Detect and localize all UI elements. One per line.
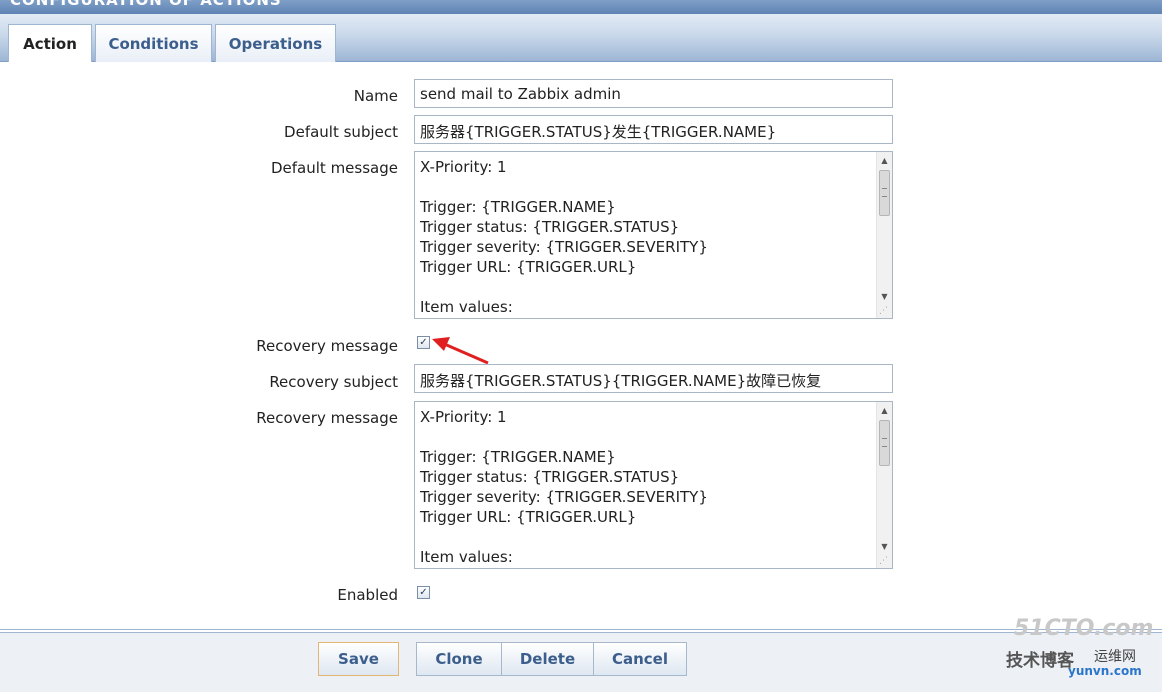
cancel-button[interactable]: Cancel xyxy=(593,642,687,676)
default-subject-label: Default subject xyxy=(284,123,398,141)
watermark-brand: 51CTO.com xyxy=(1014,616,1154,641)
recovery-message-toggle-label: Recovery message xyxy=(256,337,398,355)
scroll-down-arrow-icon[interactable]: ▼ xyxy=(877,288,892,304)
check-icon: ✓ xyxy=(419,337,428,348)
scroll-thumb[interactable] xyxy=(879,170,890,216)
resize-grip-icon[interactable]: ⋰ xyxy=(879,305,891,317)
scroll-thumb[interactable] xyxy=(879,420,890,466)
watermark-site-url: yunvn.com xyxy=(1068,664,1142,678)
recovery-subject-input[interactable]: 服务器{TRIGGER.STATUS}{TRIGGER.NAME}故障已恢复 xyxy=(414,364,893,393)
default-message-textarea[interactable]: X-Priority: 1 Trigger: {TRIGGER.NAME} Tr… xyxy=(414,151,893,319)
enabled-label: Enabled xyxy=(337,586,398,604)
watermark-site-name: 运维网 xyxy=(1094,649,1136,665)
tab-strip: Action Conditions Operations xyxy=(0,14,1162,63)
save-button[interactable]: Save xyxy=(318,642,399,676)
scroll-up-arrow-icon[interactable]: ▲ xyxy=(877,152,892,168)
delete-button[interactable]: Delete xyxy=(501,642,594,676)
default-message-text: X-Priority: 1 Trigger: {TRIGGER.NAME} Tr… xyxy=(420,158,708,316)
enabled-checkbox[interactable]: ✓ xyxy=(417,586,430,599)
watermark-tagline: 技术博客 xyxy=(1006,651,1074,671)
default-message-scrollbar[interactable]: ▲ ▼ xyxy=(876,152,892,318)
recovery-message-scrollbar[interactable]: ▲ ▼ xyxy=(876,402,892,568)
scroll-down-arrow-icon[interactable]: ▼ xyxy=(877,538,892,554)
recovery-message-checkbox[interactable]: ✓ xyxy=(417,336,430,349)
watermark: 51CTO.com 技术博客 运维网 yunvn.com xyxy=(1006,616,1154,688)
tab-conditions[interactable]: Conditions xyxy=(95,24,212,62)
action-form-panel: Name send mail to Zabbix admin Default s… xyxy=(0,62,1162,630)
recovery-subject-label: Recovery subject xyxy=(269,373,398,391)
window-title: CONFIGURATION OF ACTIONS xyxy=(10,0,282,9)
form-footer: Save Clone Delete Cancel 51CTO.com 技术博客 … xyxy=(0,616,1162,692)
red-arrow-icon xyxy=(432,337,489,365)
recovery-message-label: Recovery message xyxy=(256,409,398,427)
tab-operations[interactable]: Operations xyxy=(215,24,336,62)
window-titlebar: CONFIGURATION OF ACTIONS xyxy=(0,0,1162,14)
scroll-up-arrow-icon[interactable]: ▲ xyxy=(877,402,892,418)
resize-grip-icon[interactable]: ⋰ xyxy=(879,555,891,567)
tab-action[interactable]: Action xyxy=(8,24,92,63)
clone-button[interactable]: Clone xyxy=(416,642,502,676)
check-icon: ✓ xyxy=(419,587,428,598)
name-input[interactable]: send mail to Zabbix admin xyxy=(414,79,893,108)
default-subject-input[interactable]: 服务器{TRIGGER.STATUS}发生{TRIGGER.NAME} xyxy=(414,115,893,144)
recovery-message-textarea[interactable]: X-Priority: 1 Trigger: {TRIGGER.NAME} Tr… xyxy=(414,401,893,569)
recovery-message-text: X-Priority: 1 Trigger: {TRIGGER.NAME} Tr… xyxy=(420,408,708,566)
default-message-label: Default message xyxy=(271,159,398,177)
name-label: Name xyxy=(353,87,398,105)
